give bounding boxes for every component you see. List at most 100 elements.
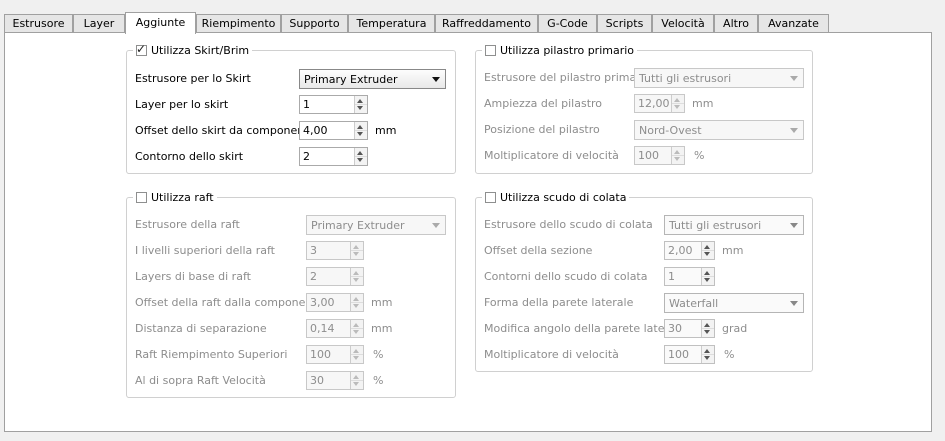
raft-above-speed-value: 30 <box>310 374 324 387</box>
spin-arrows-icon[interactable] <box>671 95 684 112</box>
raft-top-infill-spinbox[interactable]: 100 <box>306 345 364 364</box>
spin-arrows-icon[interactable] <box>701 242 714 259</box>
raft-offset-label: Offset della raft dalla componente <box>135 296 324 309</box>
ooze-shield-offset-label: Offset della sezione <box>484 244 593 257</box>
ooze-shield-angle-label: Modifica angolo della parete laterale <box>484 322 686 335</box>
tab-avanzate[interactable]: Avanzate <box>758 14 829 32</box>
raft-toggle[interactable]: Utilizza raft <box>133 190 217 205</box>
ooze-shield-outlines-spinbox[interactable]: 1 <box>664 267 715 286</box>
tab-altro[interactable]: Altro <box>714 14 758 32</box>
chevron-down-icon <box>432 223 440 228</box>
tab-estrusore[interactable]: Estrusore <box>4 14 73 32</box>
skirt-checkbox[interactable]: ✓ <box>136 42 147 56</box>
skirt-extruder-label: Estrusore per lo Skirt <box>135 72 251 85</box>
prime-pillar-group: Utilizza pilastro primario Estrusore del… <box>475 43 813 174</box>
ooze-shield-speed-label: Moltiplicatore di velocità <box>484 348 619 361</box>
raft-group: Utilizza raft Estrusore della raft Prima… <box>126 190 456 398</box>
chevron-down-icon <box>790 301 798 306</box>
raft-extruder-select[interactable]: Primary Extruder <box>306 215 446 235</box>
ooze-shield-angle-value: 30 <box>668 322 682 335</box>
tab-scripts[interactable]: Scripts <box>597 14 652 32</box>
skirt-offset-spinbox[interactable]: 4,00 <box>299 121 368 140</box>
ooze-shield-speed-unit: % <box>724 348 735 361</box>
raft-base-layers-value: 2 <box>310 270 317 283</box>
skirt-extruder-select[interactable]: Primary Extruder <box>299 69 446 89</box>
tab-aggiunte[interactable]: Aggiunte <box>125 12 196 34</box>
chevron-down-icon <box>790 76 798 81</box>
ooze-shield-offset-spinbox[interactable]: 2,00 <box>664 241 715 260</box>
ooze-shield-sidewall-select[interactable]: Waterfall <box>664 293 804 313</box>
raft-base-layers-label: Layers di base di raft <box>135 270 251 283</box>
spin-arrows-icon[interactable] <box>350 346 363 363</box>
spin-arrows-icon[interactable] <box>671 147 684 164</box>
tab-supporto[interactable]: Supporto <box>281 14 348 32</box>
raft-separation-value: 0,14 <box>310 322 335 335</box>
prime-pillar-extruder-select[interactable]: Tutti gli estrusori <box>634 68 804 88</box>
settings-pane: ✓ Utilizza Skirt/Brim Estrusore per lo S… <box>4 32 932 432</box>
tab-riempimento[interactable]: Riempimento <box>196 14 281 32</box>
raft-separation-unit: mm <box>371 322 393 335</box>
prime-pillar-width-unit: mm <box>692 97 714 110</box>
spin-arrows-icon[interactable] <box>354 122 367 139</box>
raft-title: Utilizza raft <box>151 191 214 204</box>
tab-raffreddamento[interactable]: Raffreddamento <box>435 14 538 32</box>
raft-extruder-label: Estrusore della raft <box>135 218 240 231</box>
prime-pillar-speed-unit: % <box>694 149 705 162</box>
spin-arrows-icon[interactable] <box>354 96 367 113</box>
tab-layer[interactable]: Layer <box>73 14 125 32</box>
spin-arrows-icon[interactable] <box>701 346 714 363</box>
ooze-shield-angle-spinbox[interactable]: 30 <box>664 319 715 338</box>
skirt-outlines-spinbox[interactable]: 2 <box>299 147 368 166</box>
raft-separation-spinbox[interactable]: 0,14 <box>306 319 364 338</box>
skirt-extruder-value: Primary Extruder <box>304 73 398 86</box>
tab-velocita[interactable]: Velocità <box>652 14 714 32</box>
spin-arrows-icon[interactable] <box>701 320 714 337</box>
raft-top-infill-unit: % <box>373 348 384 361</box>
raft-base-layers-spinbox[interactable]: 2 <box>306 267 364 286</box>
spin-arrows-icon[interactable] <box>350 320 363 337</box>
spin-arrows-icon[interactable] <box>350 294 363 311</box>
prime-pillar-width-spinbox[interactable]: 12,00 <box>634 94 685 113</box>
raft-offset-spinbox[interactable]: 3,00 <box>306 293 364 312</box>
prime-pillar-toggle[interactable]: Utilizza pilastro primario <box>482 43 638 58</box>
spin-arrows-icon[interactable] <box>701 268 714 285</box>
spin-arrows-icon[interactable] <box>354 148 367 165</box>
skirt-offset-unit: mm <box>375 124 397 137</box>
prime-pillar-checkbox[interactable] <box>485 45 496 56</box>
ooze-shield-speed-spinbox[interactable]: 100 <box>664 345 715 364</box>
raft-top-layers-spinbox[interactable]: 3 <box>306 241 364 260</box>
spin-arrows-icon[interactable] <box>350 372 363 389</box>
chevron-down-icon <box>790 223 798 228</box>
raft-top-layers-value: 3 <box>310 244 317 257</box>
raft-top-layers-label: I livelli superiori della raft <box>135 244 275 257</box>
raft-top-infill-value: 100 <box>310 348 331 361</box>
ooze-shield-checkbox[interactable] <box>485 192 496 203</box>
ooze-shield-sidewall-value: Waterfall <box>669 297 719 310</box>
spin-arrows-icon[interactable] <box>350 242 363 259</box>
prime-pillar-title: Utilizza pilastro primario <box>500 44 635 57</box>
ooze-shield-offset-unit: mm <box>722 244 744 257</box>
skirt-title: Utilizza Skirt/Brim <box>151 44 250 57</box>
tab-gcode[interactable]: G-Code <box>538 14 597 32</box>
chevron-down-icon <box>432 77 440 82</box>
raft-above-speed-unit: % <box>373 374 384 387</box>
spin-arrows-icon[interactable] <box>350 268 363 285</box>
prime-pillar-speed-spinbox[interactable]: 100 <box>634 146 685 165</box>
skirt-outlines-value: 2 <box>303 150 310 163</box>
skirt-offset-value: 4,00 <box>303 124 328 137</box>
prime-pillar-position-select[interactable]: Nord-Ovest <box>634 120 804 140</box>
raft-above-speed-spinbox[interactable]: 30 <box>306 371 364 390</box>
raft-extruder-value: Primary Extruder <box>311 219 405 232</box>
raft-checkbox[interactable] <box>136 192 147 203</box>
prime-pillar-extruder-label: Estrusore del pilastro primario <box>484 71 651 84</box>
skirt-layers-value: 1 <box>303 98 310 111</box>
prime-pillar-position-label: Posizione del pilastro <box>484 123 600 136</box>
ooze-shield-title: Utilizza scudo di colata <box>500 191 627 204</box>
tab-temperatura[interactable]: Temperatura <box>348 14 435 32</box>
skirt-toggle[interactable]: ✓ Utilizza Skirt/Brim <box>133 42 253 58</box>
ooze-shield-toggle[interactable]: Utilizza scudo di colata <box>482 190 630 205</box>
ooze-shield-extruder-select[interactable]: Tutti gli estrusori <box>664 215 804 235</box>
raft-offset-unit: mm <box>371 296 393 309</box>
prime-pillar-extruder-value: Tutti gli estrusori <box>639 72 732 85</box>
skirt-layers-spinbox[interactable]: 1 <box>299 95 368 114</box>
